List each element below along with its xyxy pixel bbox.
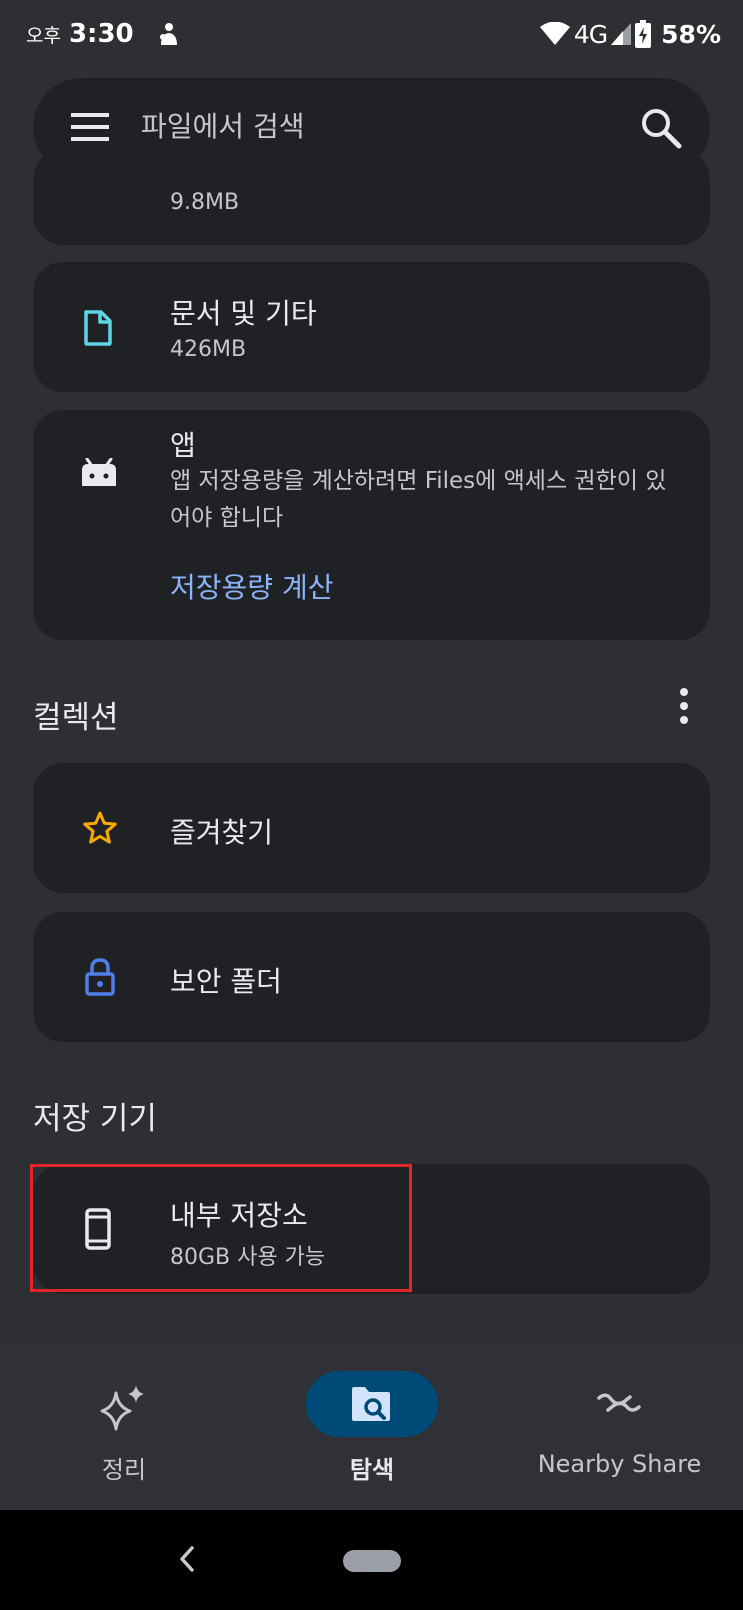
android-icon — [82, 458, 116, 486]
nav-clean[interactable]: 정리 — [0, 1345, 248, 1510]
card-title: 앱 — [170, 429, 196, 462]
internal-storage-card[interactable]: 내부 저장소 80GB 사용 가능 — [33, 1164, 710, 1294]
nav-label: Nearby Share — [537, 1450, 702, 1478]
signal-icon — [611, 23, 632, 45]
lock-icon — [85, 958, 115, 996]
star-icon — [83, 811, 117, 844]
status-right: 4G 58% — [539, 14, 721, 54]
card-title: 문서 및 기타 — [170, 297, 317, 330]
phone-icon — [85, 1208, 111, 1250]
back-icon[interactable] — [176, 1544, 198, 1574]
card-title: 내부 저장소 — [170, 1199, 308, 1232]
status-left: 오후 3:30 — [26, 14, 182, 54]
card-subtitle: 9.8MB — [170, 190, 240, 215]
apps-permission-message: 앱 저장용량을 계산하려면 Files에 액세스 권한이 있 어야 합니다 — [170, 468, 667, 531]
card-subtitle: 80GB 사용 가능 — [170, 1245, 326, 1270]
sparkle-icon — [100, 1385, 144, 1431]
status-bar: 오후 3:30 4G 58% — [0, 0, 743, 66]
search-placeholder[interactable]: 파일에서 검색 — [141, 78, 304, 176]
battery-icon — [635, 20, 652, 48]
battery-percent: 58% — [661, 19, 721, 49]
secure-folder-card[interactable]: 보안 폴더 — [33, 912, 710, 1042]
nav-nearby-share[interactable]: Nearby Share — [496, 1345, 743, 1510]
more-options-icon[interactable] — [676, 686, 692, 726]
nav-label: 탐색 — [349, 1456, 395, 1484]
calculate-storage-link[interactable]: 저장용량 계산 — [170, 566, 333, 606]
storage-devices-header: 저장 기기 — [33, 1101, 157, 1137]
folder-search-icon — [352, 1387, 390, 1421]
notification-icon — [159, 23, 177, 45]
search-icon[interactable] — [639, 106, 683, 150]
nav-browse[interactable]: 탐색 — [248, 1345, 496, 1510]
card-subtitle: 426MB — [170, 337, 247, 362]
status-time: 3:30 — [68, 19, 134, 49]
collections-header: 컬렉션 — [33, 700, 119, 736]
nearby-share-icon — [597, 1393, 641, 1412]
apps-card[interactable]: 앱 앱 저장용량을 계산하려면 Files에 액세스 권한이 있 어야 합니다 … — [33, 410, 710, 640]
nav-label: 정리 — [101, 1456, 147, 1484]
search-bar[interactable]: 파일에서 검색 — [33, 78, 710, 176]
documents-card[interactable]: 문서 및 기타 426MB — [33, 262, 710, 392]
card-title: 보안 폴더 — [170, 965, 282, 998]
bottom-navigation: 정리 탐색 Nearby Share — [0, 1345, 743, 1510]
status-ampm: 오후 — [26, 24, 61, 47]
favorites-card[interactable]: 즐겨찾기 — [33, 763, 710, 893]
card-title: 즐겨찾기 — [170, 816, 274, 849]
document-icon — [84, 310, 112, 346]
home-pill[interactable] — [343, 1550, 401, 1572]
wifi-icon — [539, 22, 570, 45]
system-navigation-bar — [0, 1510, 743, 1610]
menu-icon[interactable] — [71, 111, 109, 143]
network-type: 4G — [573, 19, 608, 49]
